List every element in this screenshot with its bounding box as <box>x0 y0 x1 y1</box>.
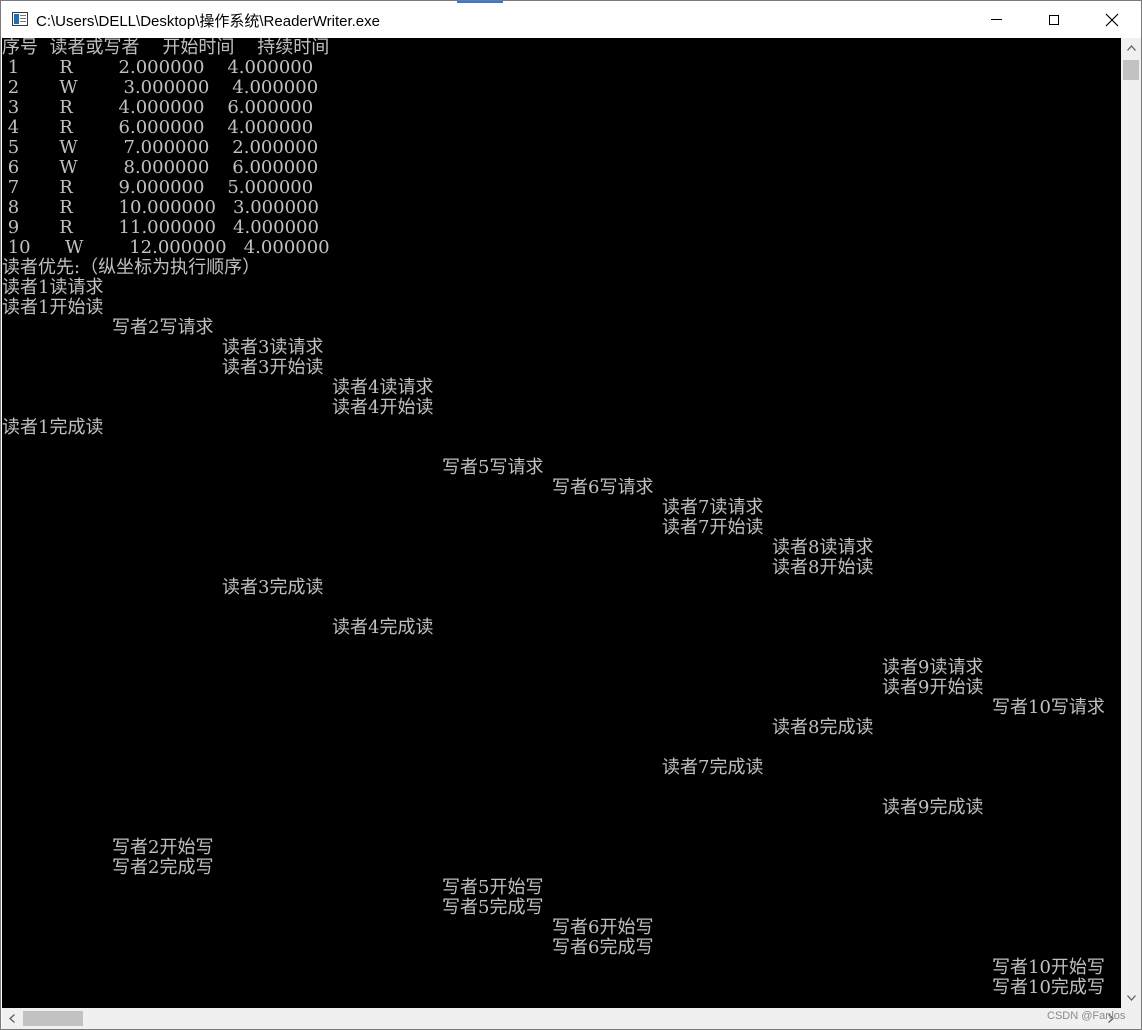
event-line: 读者8读请求 <box>772 537 874 558</box>
event-line: 写者6开始写 <box>552 917 654 938</box>
event-line: 读者7读请求 <box>662 497 764 518</box>
event-line: 写者5完成写 <box>442 897 544 918</box>
event-line: 写者10写请求 <box>992 697 1105 718</box>
console-app-icon[interactable] <box>12 12 28 26</box>
section-title: 读者优先:（纵坐标为执行顺序） <box>2 257 261 278</box>
table-row: 1 R 2.000000 4.000000 <box>2 57 314 78</box>
event-line: 读者9完成读 <box>882 797 984 818</box>
horizontal-scrollbar[interactable] <box>2 1008 1121 1029</box>
table-row: 3 R 4.000000 6.000000 <box>2 97 314 118</box>
minimize-button[interactable] <box>967 1 1025 38</box>
title-accent-line <box>457 1 503 3</box>
event-line: 读者4开始读 <box>332 397 434 418</box>
table-row: 6 W 8.000000 6.000000 <box>2 157 319 178</box>
watermark: CSDN @Fanlos <box>1047 1010 1126 1022</box>
event-line: 写者10完成写 <box>992 977 1105 998</box>
scroll-left-button[interactable] <box>2 1008 22 1029</box>
event-line: 读者3完成读 <box>222 577 324 598</box>
event-line: 读者9读请求 <box>882 657 984 678</box>
minimize-icon <box>990 19 1002 20</box>
event-line: 读者8开始读 <box>772 557 874 578</box>
event-line: 读者9开始读 <box>882 677 984 698</box>
scroll-down-arrow-icon <box>1126 995 1136 1001</box>
horizontal-scroll-thumb[interactable] <box>23 1011 83 1026</box>
scroll-up-arrow-icon <box>1126 45 1136 51</box>
close-button[interactable] <box>1083 1 1141 38</box>
event-line: 写者10开始写 <box>992 957 1105 978</box>
event-line: 写者6写请求 <box>552 477 654 498</box>
table-row: 5 W 7.000000 2.000000 <box>2 137 319 158</box>
event-line: 写者6完成写 <box>552 937 654 958</box>
table-row: 2 W 3.000000 4.000000 <box>2 77 319 98</box>
event-line: 写者5开始写 <box>442 877 544 898</box>
vertical-scroll-thumb[interactable] <box>1123 60 1139 80</box>
event-line: 读者1读请求 <box>2 277 104 298</box>
event-line: 写者2写请求 <box>112 317 214 338</box>
maximize-button[interactable] <box>1025 1 1083 38</box>
table-row: 9 R 11.000000 4.000000 <box>2 217 319 238</box>
table-row: 10 W 12.000000 4.000000 <box>2 237 330 258</box>
window-title: C:\Users\DELL\Desktop\操作系统\ReaderWriter.… <box>36 13 380 30</box>
table-row: 8 R 10.000000 3.000000 <box>2 197 319 218</box>
vertical-scrollbar[interactable] <box>1121 38 1141 1008</box>
event-line: 读者4完成读 <box>332 617 434 638</box>
event-line: 写者2开始写 <box>112 837 214 858</box>
event-line: 读者8完成读 <box>772 717 874 738</box>
event-line: 读者3读请求 <box>222 337 324 358</box>
event-line: 写者2完成写 <box>112 857 214 878</box>
event-line: 写者5写请求 <box>442 457 544 478</box>
title-bar[interactable]: C:\Users\DELL\Desktop\操作系统\ReaderWriter.… <box>1 1 1141 38</box>
event-line: 读者7完成读 <box>662 757 764 778</box>
scroll-up-button[interactable] <box>1121 38 1141 58</box>
maximize-icon <box>1049 14 1059 25</box>
table-row: 4 R 6.000000 4.000000 <box>2 117 314 138</box>
event-line: 读者4读请求 <box>332 377 434 398</box>
event-line: 读者3开始读 <box>222 357 324 378</box>
event-line: 读者1开始读 <box>2 297 104 318</box>
table-row: 7 R 9.000000 5.000000 <box>2 177 314 198</box>
table-header: 序号 读者或写者 开始时间 持续时间 <box>2 38 330 58</box>
event-line: 读者7开始读 <box>662 517 764 538</box>
scroll-down-button[interactable] <box>1121 988 1141 1008</box>
event-line: 读者1完成读 <box>2 417 104 438</box>
console-window: C:\Users\DELL\Desktop\操作系统\ReaderWriter.… <box>0 0 1142 1030</box>
close-icon <box>1105 13 1119 26</box>
scroll-left-arrow-icon <box>9 1014 15 1023</box>
console-output[interactable]: 序号 读者或写者 开始时间 持续时间 1 R 2.000000 4.000000… <box>2 38 1121 1008</box>
